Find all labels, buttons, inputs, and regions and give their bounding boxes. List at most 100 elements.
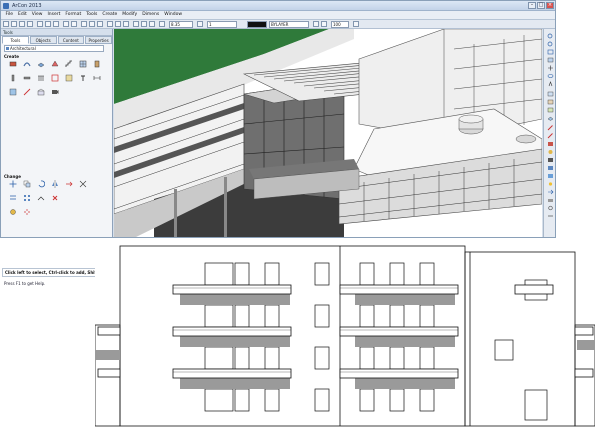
tab-tools[interactable]: Tools [2, 36, 29, 44]
array-tool-icon[interactable] [23, 194, 31, 202]
zoom-in-icon[interactable] [547, 33, 554, 39]
top-view-icon[interactable] [547, 91, 554, 97]
render-view-icon[interactable] [547, 173, 554, 179]
explode-tool-icon[interactable] [23, 208, 31, 216]
measure-icon[interactable] [159, 21, 165, 27]
close-button[interactable]: × [546, 2, 554, 9]
3d-viewport[interactable] [114, 29, 542, 237]
paste-icon[interactable] [53, 21, 59, 27]
delete-tool-icon[interactable] [51, 194, 59, 202]
trim-tool-icon[interactable] [79, 180, 87, 188]
texture-icon[interactable] [547, 165, 554, 171]
menu-insert[interactable]: Insert [45, 11, 63, 19]
tab-content[interactable]: Content [57, 36, 85, 44]
join-tool-icon[interactable] [37, 194, 45, 202]
new-file-icon[interactable] [3, 21, 9, 27]
value-field[interactable]: 8.35 [169, 21, 193, 28]
export-icon[interactable] [547, 189, 554, 195]
cut-icon[interactable] [37, 21, 43, 27]
camera-tool-icon[interactable] [51, 88, 59, 96]
menu-view[interactable]: View [29, 11, 45, 19]
walk-view-icon[interactable] [547, 81, 554, 87]
view-icon[interactable] [115, 21, 121, 27]
side-view-icon[interactable] [547, 107, 554, 113]
linestyle-field[interactable]: BYLAYER [269, 21, 309, 28]
mirror-tool-icon[interactable] [51, 180, 59, 188]
copy-icon[interactable] [45, 21, 51, 27]
menu-edit[interactable]: Edit [16, 11, 30, 19]
minimize-button[interactable]: – [528, 2, 536, 9]
zoom-window-icon[interactable] [547, 49, 554, 55]
zoom-out-icon[interactable] [547, 41, 554, 47]
offset-tool-icon[interactable] [9, 194, 17, 202]
layout-tool-icon[interactable] [9, 88, 17, 96]
dimension-tool-icon[interactable] [93, 74, 101, 82]
rotate-tool-icon[interactable] [37, 180, 45, 188]
brush-icon[interactable] [547, 133, 554, 139]
move-tool-icon[interactable] [9, 180, 17, 188]
zoom-icon[interactable] [81, 21, 87, 27]
section-tool-icon[interactable] [23, 88, 31, 96]
menu-format[interactable]: Format [63, 11, 84, 19]
tab-properties[interactable]: Properties [85, 36, 112, 44]
stair-tool-icon[interactable] [65, 60, 73, 68]
opening-tool-icon[interactable] [51, 74, 59, 82]
zoom-extents-icon[interactable] [547, 57, 554, 63]
properties-icon[interactable] [321, 21, 327, 27]
sun-icon[interactable] [547, 181, 554, 187]
match-tool-icon[interactable] [9, 208, 17, 216]
layer-icon[interactable] [123, 21, 129, 27]
column-tool-icon[interactable] [9, 74, 17, 82]
menu-tools[interactable]: Tools [84, 11, 100, 19]
shadow-icon[interactable] [547, 157, 554, 163]
category-dropdown[interactable]: Architectural [4, 45, 104, 52]
tab-objects[interactable]: Objects [29, 36, 57, 44]
help-icon[interactable] [353, 21, 359, 27]
settings-view-icon[interactable] [547, 205, 554, 211]
roof-tool-icon[interactable] [51, 60, 59, 68]
elevation-tool-icon[interactable] [37, 88, 45, 96]
orbit-icon[interactable] [97, 21, 103, 27]
maximize-button[interactable]: □ [537, 2, 545, 9]
render-icon[interactable] [107, 21, 113, 27]
ortho-icon[interactable] [149, 21, 155, 27]
light-icon[interactable] [547, 149, 554, 155]
pan-icon[interactable] [89, 21, 95, 27]
lineweight-icon[interactable] [313, 21, 319, 27]
layer-field[interactable]: 1 [207, 21, 237, 28]
wall-tool-icon[interactable] [9, 60, 17, 68]
orbit-view-icon[interactable] [547, 73, 554, 79]
menu-create[interactable]: Create [100, 11, 120, 19]
open-file-icon[interactable] [11, 21, 17, 27]
menu-modify[interactable]: Modify [120, 11, 140, 19]
save-icon[interactable] [19, 21, 25, 27]
room-tool-icon[interactable] [65, 74, 73, 82]
iso-view-icon[interactable] [547, 115, 554, 121]
menu-window[interactable]: Window [162, 11, 185, 19]
material-icon[interactable] [547, 141, 554, 147]
pencil-icon[interactable] [547, 125, 554, 131]
stretch-tool-icon[interactable] [65, 180, 73, 188]
door-tool-icon[interactable] [93, 60, 101, 68]
slab-tool-icon[interactable] [37, 60, 45, 68]
text-tool-icon[interactable] [79, 74, 87, 82]
copy-tool-icon[interactable] [23, 180, 31, 188]
undo-icon[interactable] [63, 21, 69, 27]
menu-dimens[interactable]: Dimens [140, 11, 162, 19]
print-icon[interactable] [27, 21, 33, 27]
color-swatch[interactable] [247, 21, 267, 28]
redo-icon[interactable] [71, 21, 77, 27]
menu-file[interactable]: File [3, 11, 16, 19]
scale-field[interactable]: 100 [331, 21, 349, 28]
window-tool-icon[interactable] [79, 60, 87, 68]
measure-view-icon[interactable] [547, 213, 554, 219]
front-view-icon[interactable] [547, 99, 554, 105]
grid-icon[interactable] [141, 21, 147, 27]
snap-icon[interactable] [133, 21, 139, 27]
print-view-icon[interactable] [547, 197, 554, 203]
settings-icon[interactable] [197, 21, 203, 27]
curved-wall-tool-icon[interactable] [23, 60, 31, 68]
pan-view-icon[interactable] [547, 65, 554, 71]
railing-tool-icon[interactable] [37, 74, 45, 82]
beam-tool-icon[interactable] [23, 74, 31, 82]
